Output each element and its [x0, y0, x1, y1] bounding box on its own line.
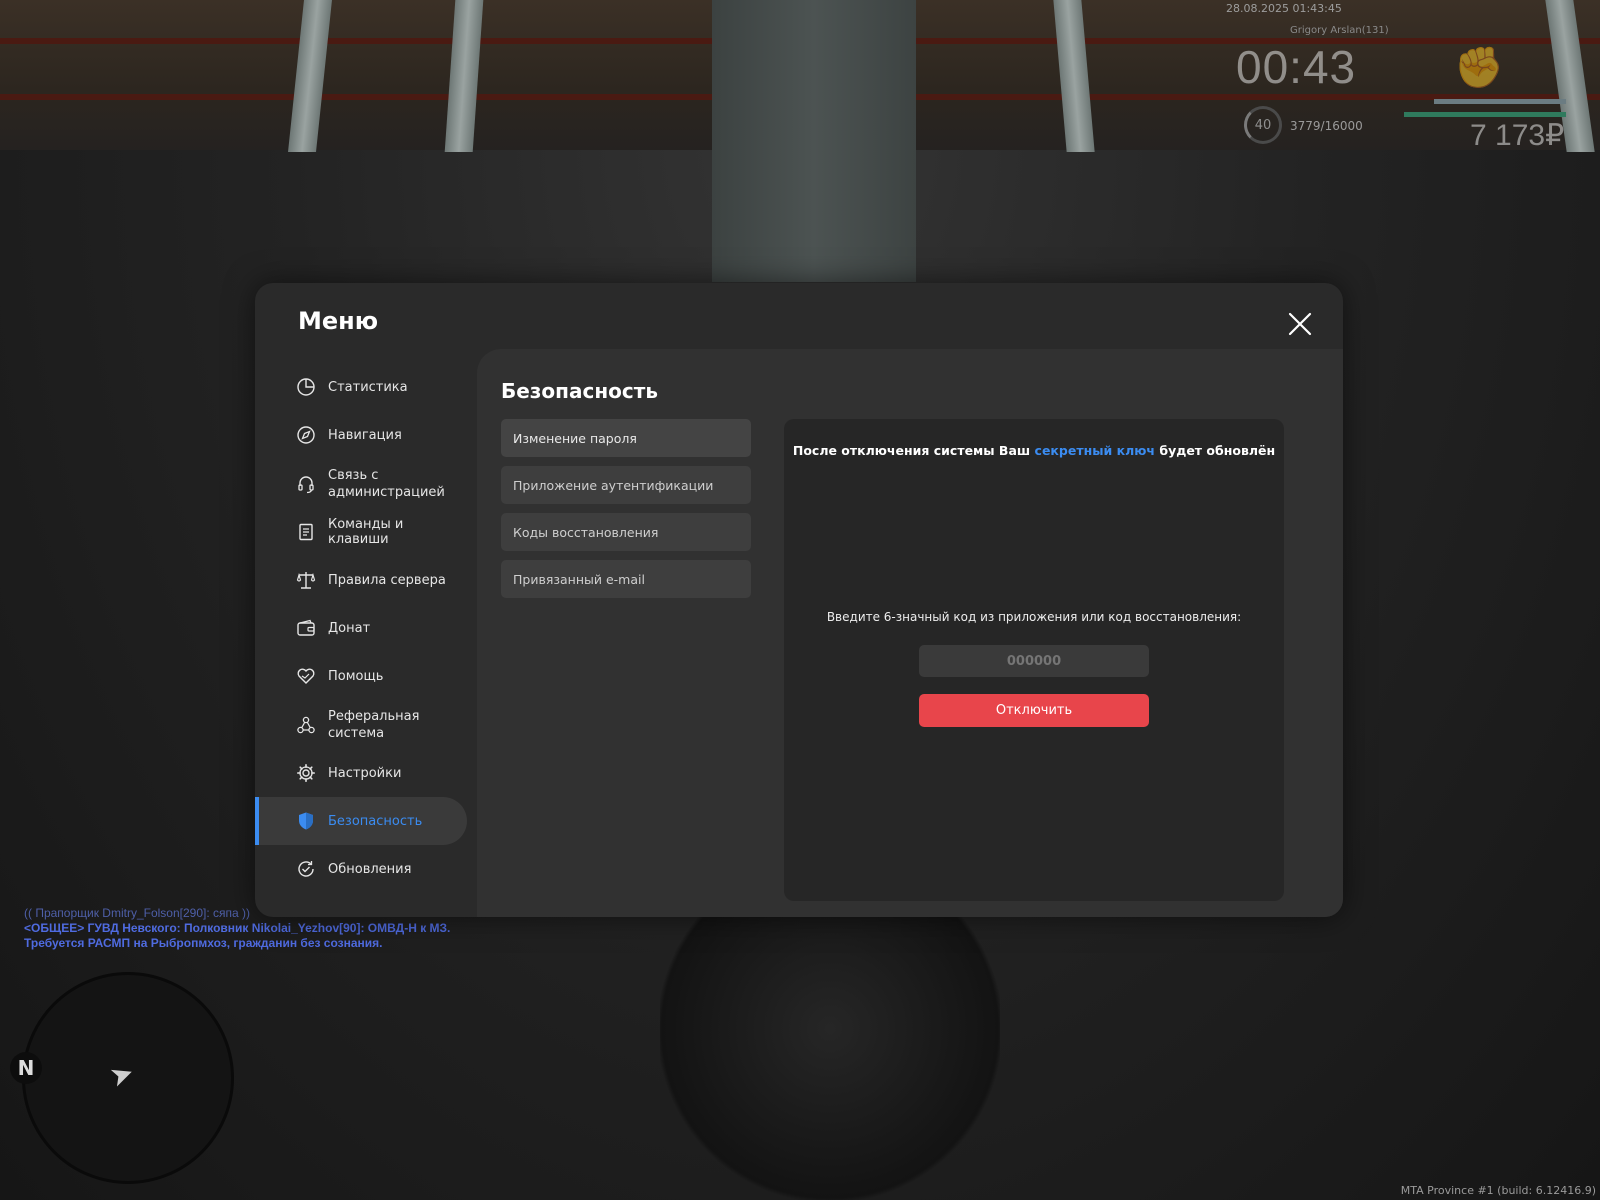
radar-north-label: N [10, 1052, 42, 1084]
money-value: 7 173₽ [1470, 119, 1565, 152]
nav-item-label: Команды и клавиши [328, 517, 404, 547]
nav-item-label: Навигация [328, 427, 402, 443]
compass-icon [296, 425, 316, 445]
nav-item-label: Безопасность [328, 813, 423, 829]
document-icon [296, 522, 316, 542]
close-icon [1288, 312, 1312, 336]
code-input[interactable] [919, 645, 1149, 677]
disable-2fa-panel: После отключения системы Ваш секретный к… [784, 419, 1284, 901]
hud-datetime: 28.08.2025 01:43:45 [1226, 2, 1342, 15]
wallet-icon [296, 618, 316, 638]
concrete-column [712, 0, 916, 282]
nav-item-updates[interactable]: Обновления [255, 845, 467, 893]
disable-button[interactable]: Отключить [919, 694, 1149, 727]
nav-item-referral[interactable]: Реферальная система [255, 700, 467, 749]
fist-icon: ✊ [1454, 45, 1504, 91]
nav-item-navigation[interactable]: Навигация [255, 411, 467, 459]
level-value: 40 [1254, 117, 1272, 133]
player-character [660, 915, 1000, 1200]
build-info: MTA Province #1 (build: 6.12416.9) [1400, 1184, 1596, 1197]
tab-recovery-codes[interactable]: Коды восстановления [501, 513, 751, 551]
nav-item-label: Правила сервера [328, 572, 446, 588]
nav-item-label: Помощь [328, 668, 384, 684]
nav-item-label: Обновления [328, 861, 412, 877]
scales-icon [296, 570, 316, 590]
hud-nickname: Grigory Arslan(131) [1290, 25, 1389, 36]
handshake-heart-icon [296, 666, 316, 686]
menu-nav: Статистика Навигация Связь с администрац… [255, 363, 467, 893]
nav-item-help[interactable]: Помощь [255, 652, 467, 700]
chat-message: <ОБЩЕЕ> ГУВД Невского: Полковник Nikolai… [24, 921, 451, 950]
nav-item-label: Статистика [328, 379, 408, 395]
nav-item-contact-admin[interactable]: Связь с администрацией [255, 459, 467, 508]
code-prompt: Введите 6-значный код из приложения или … [826, 610, 1242, 624]
menu-modal: Меню Статистика Навигация Связь с админи… [255, 283, 1343, 917]
nav-item-settings[interactable]: Настройки [255, 749, 467, 797]
experience-value: 3779/16000 [1290, 119, 1363, 133]
nav-item-security[interactable]: Безопасность [255, 797, 467, 845]
close-button[interactable] [1287, 311, 1313, 337]
security-content: Безопасность Изменение пароля Приложение… [477, 349, 1343, 917]
health-bar [1404, 112, 1566, 117]
key-reset-notice: После отключения системы Ваш секретный к… [784, 443, 1284, 458]
nav-item-label: Донат [328, 620, 371, 636]
tab-linked-email[interactable]: Привязанный e-mail [501, 560, 751, 598]
nav-item-label: Настройки [328, 765, 402, 781]
network-icon [296, 715, 316, 735]
security-submenu: Изменение пароля Приложение аутентификац… [501, 419, 751, 607]
notice-text: После отключения системы Ваш [792, 443, 1035, 458]
nav-item-label: Связь с администрацией [328, 467, 445, 500]
tab-change-password[interactable]: Изменение пароля [501, 419, 751, 457]
armor-bar [1434, 99, 1566, 104]
headset-icon [296, 474, 316, 494]
notice-text: будет обновлён [1155, 443, 1276, 458]
nav-item-commands[interactable]: Команды и клавиши [255, 508, 467, 556]
refresh-check-icon [296, 859, 316, 879]
shield-icon [296, 811, 316, 831]
nav-item-statistics[interactable]: Статистика [255, 363, 467, 411]
tab-authenticator-app[interactable]: Приложение аутентификации [501, 466, 751, 504]
gear-icon [296, 763, 316, 783]
hud-timer: 00:43 [1236, 41, 1357, 93]
nav-item-label: Реферальная система [328, 708, 420, 741]
nav-item-rules[interactable]: Правила сервера [255, 556, 467, 604]
level-ring: 40 [1244, 106, 1282, 144]
nav-item-donate[interactable]: Донат [255, 604, 467, 652]
menu-title: Меню [298, 307, 379, 335]
secret-key-link[interactable]: секретный ключ [1035, 443, 1155, 458]
section-title: Безопасность [501, 379, 658, 403]
pie-chart-icon [296, 377, 316, 397]
